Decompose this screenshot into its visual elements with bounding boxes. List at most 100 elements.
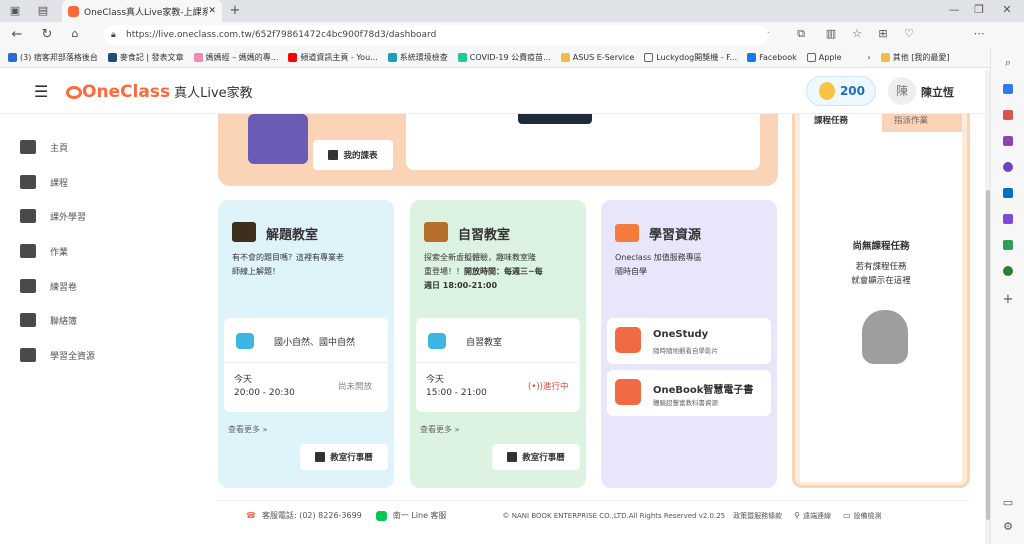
sidebar-item-homework[interactable]: 作業 [20, 244, 68, 258]
bookmark-item[interactable]: COVID-19 公費疫苗... [457, 52, 551, 63]
sidebar-item-label: 學習全資源 [50, 351, 96, 362]
other-bookmarks[interactable]: 其他 [我的最愛] [880, 52, 950, 63]
bookmark-item[interactable]: 媽媽經 – 媽媽的專... [193, 52, 278, 63]
tab-actions-icon[interactable]: ▤ [34, 4, 52, 17]
tools-icon[interactable] [1003, 110, 1013, 120]
performance-icon[interactable]: ♡ [900, 27, 918, 40]
oneclass-logo[interactable]: OneClass 真人Live家教 [66, 82, 253, 102]
sidebar-layout-icon[interactable]: ▭ [999, 496, 1017, 509]
games-icon[interactable] [1003, 136, 1013, 146]
home-icon[interactable]: ⌂ [66, 27, 84, 40]
extensions-icon[interactable]: ⧉ [792, 27, 810, 41]
points-badge[interactable]: 200 [806, 76, 876, 106]
my-schedule-button[interactable]: 我的課表 [313, 140, 393, 170]
bookmark-item[interactable]: Luckydog開獎機 - F... [644, 52, 737, 63]
sidebar-item-courses[interactable]: 課程 [20, 175, 68, 189]
class-session[interactable]: 自習教室 今天 15:00 - 21:00 (•))進行中 [416, 318, 580, 412]
status-badge: (•))進行中 [528, 382, 569, 392]
classroom-calendar-button[interactable]: 教室行事曆 [492, 444, 580, 470]
tab-course-tasks[interactable]: 課程任務 [800, 114, 882, 132]
maximize-icon[interactable]: ❐ [970, 3, 988, 16]
bookmark-item[interactable]: Apple [806, 53, 842, 62]
footer-phone[interactable]: 客服電話: (02) 8226-3699 [262, 510, 362, 521]
more-menu-icon[interactable]: ⋯ [970, 27, 988, 40]
add-icon[interactable]: + [999, 292, 1017, 307]
bookmark-item[interactable]: Facebook [747, 53, 797, 62]
remote-connect-link[interactable]: 遠端連線 [803, 511, 831, 521]
button-label: 教室行事曆 [330, 453, 373, 463]
device-check-link[interactable]: 設備檢測 [854, 511, 882, 521]
tree-icon[interactable] [1003, 266, 1013, 276]
back-icon[interactable]: ← [8, 27, 26, 42]
shopping-icon[interactable] [1003, 84, 1013, 94]
page-icon [806, 53, 816, 62]
bookmark-item[interactable]: 麥食記 | 發表文章 [107, 52, 184, 63]
edge-sidebar: ⌕ + ▭ ⚙ [990, 48, 1024, 544]
calendar-icon [328, 150, 339, 160]
sidebar-item-label: 聯絡簿 [50, 316, 78, 327]
session-subject: 國小自然、國中自然 [274, 338, 356, 348]
bookmark-item[interactable]: (3) 痞客邦部落格後台 [8, 52, 98, 63]
footer-policy-link[interactable]: 政策暨服務條款 [733, 511, 782, 521]
browser-tab[interactable]: OneClass真人Live家教-上課系統 ✕ [62, 0, 222, 22]
favorites-icon[interactable]: ☆ [848, 27, 866, 40]
chat-bubble-icon [236, 333, 254, 349]
session-time: 15:00 - 21:00 [426, 388, 487, 398]
workspaces-icon[interactable]: ▣ [6, 4, 24, 17]
sidebar-item-contact-book[interactable]: 聯絡簿 [20, 313, 77, 327]
user-name[interactable]: 陳立恆 [921, 84, 954, 100]
homework-icon [20, 244, 36, 258]
line-icon [375, 510, 387, 521]
sidebar-item-home[interactable]: 主頁 [20, 140, 68, 154]
url-text: https://live.oneclass.com.tw/652f7986147… [126, 30, 437, 40]
logo-mark-icon [66, 86, 82, 99]
bookmark-label: Apple [818, 53, 842, 62]
bookmark-icon [107, 53, 117, 62]
bookmark-item[interactable]: ASUS E-Service [560, 53, 634, 62]
card-desc-2: 隨時自學 [615, 267, 647, 276]
minimize-icon[interactable]: — [945, 3, 963, 16]
home-icon [20, 140, 36, 154]
card-desc-bold: 開放時間：每週三~每 [464, 267, 543, 276]
bookmark-overflow-chevron-icon[interactable]: › [868, 53, 871, 62]
see-more-link[interactable]: 查看更多 » [228, 424, 267, 435]
resource-title: OneBook智慧電子書 [653, 385, 754, 396]
close-window-icon[interactable]: ✕ [998, 3, 1016, 16]
calendar-icon [507, 452, 518, 462]
url-field[interactable]: 🔒︎ https://live.oneclass.com.tw/652f7986… [104, 25, 768, 45]
youtube-icon [288, 53, 298, 62]
drop-icon[interactable] [1003, 240, 1013, 250]
search-icon[interactable]: ⌕ [999, 56, 1017, 70]
classroom-calendar-button[interactable]: 教室行事曆 [300, 444, 388, 470]
tasks-content: 尚無課程任務 若有課程任務 就會顯示在這裡 [800, 132, 962, 482]
divider [416, 362, 580, 363]
sidebar-item-practice[interactable]: 練習卷 [20, 279, 77, 293]
refresh-icon[interactable]: ↻ [38, 27, 56, 42]
sidebar-item-resources[interactable]: 學習全資源 [20, 348, 95, 362]
close-tab-icon[interactable]: ✕ [208, 6, 216, 16]
m365-icon[interactable] [1003, 162, 1013, 172]
settings-gear-icon[interactable]: ⚙ [999, 520, 1017, 533]
avatar[interactable]: 陳 [888, 77, 916, 105]
empty-title: 尚無課程任務 [852, 241, 910, 252]
bookmark-item[interactable]: 系統環境檢查 [387, 52, 448, 63]
tab-assigned-homework[interactable]: 指派作業 [882, 114, 962, 132]
logo-subtitle: 真人Live家教 [174, 86, 253, 101]
outlook-icon[interactable] [1003, 188, 1013, 198]
footer-divider [218, 500, 970, 501]
bookmark-label: COVID-19 公費疫苗... [469, 53, 551, 62]
new-tab-icon[interactable]: + [226, 3, 244, 18]
sidebar-item-extracurricular[interactable]: 課外學習 [20, 209, 86, 223]
class-session[interactable]: 國小自然、國中自然 今天 20:00 - 20:30 尚未開放 [224, 318, 388, 412]
split-screen-icon[interactable]: ▥ [822, 27, 840, 40]
collections-icon[interactable]: ⊞ [874, 27, 892, 40]
bookmark-item[interactable]: 頻道資訊主頁 - You... [288, 52, 378, 63]
hamburger-menu-icon[interactable]: ☰ [34, 82, 48, 101]
see-more-link[interactable]: 查看更多 » [420, 424, 459, 435]
footer-line-link[interactable]: 南一 Line 客服 [393, 510, 447, 521]
resource-subtitle: 體驗超豐富教科書資源 [653, 399, 718, 407]
designer-icon[interactable] [1003, 214, 1013, 224]
onestudy-link[interactable]: OneStudy 隨時隨地觀看自學影片 [607, 318, 771, 364]
onebook-link[interactable]: OneBook智慧電子書 體驗超豐富教科書資源 [607, 370, 771, 416]
scrollbar-thumb[interactable] [986, 190, 990, 520]
